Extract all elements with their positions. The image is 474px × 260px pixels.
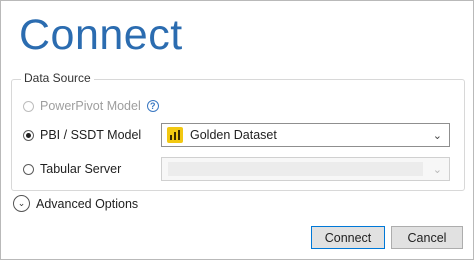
pbi-ssdt-dropdown[interactable]: Golden Dataset ⌄: [161, 123, 450, 147]
pbi-ssdt-label: PBI / SSDT Model: [40, 128, 142, 142]
option-powerpivot-model: PowerPivot Model ?: [23, 99, 159, 113]
powerpivot-label: PowerPivot Model: [40, 99, 141, 113]
cancel-button[interactable]: Cancel: [391, 226, 463, 249]
pbi-ssdt-radio[interactable]: [23, 129, 34, 141]
tabular-server-label: Tabular Server: [40, 162, 122, 176]
connect-dialog: Connect Data Source PowerPivot Model ? P…: [0, 0, 474, 260]
radio-selected-dot: [26, 132, 31, 138]
advanced-options-label: Advanced Options: [36, 196, 139, 211]
dataset-icon: [167, 127, 183, 143]
expand-chevron-icon[interactable]: ⌄: [13, 195, 30, 212]
option-pbi-ssdt-model[interactable]: PBI / SSDT Model: [23, 128, 141, 142]
chevron-down-icon[interactable]: ⌄: [433, 163, 442, 176]
connect-button[interactable]: Connect: [311, 226, 385, 249]
powerpivot-radio: [23, 100, 34, 112]
dialog-title: Connect: [19, 11, 183, 59]
data-source-legend: Data Source: [21, 71, 94, 85]
option-tabular-server[interactable]: Tabular Server: [23, 162, 121, 176]
advanced-options-toggle[interactable]: ⌄ Advanced Options: [13, 195, 138, 212]
help-icon[interactable]: ?: [146, 100, 159, 112]
tabular-server-input-area: [168, 162, 423, 176]
chevron-down-icon[interactable]: ⌄: [433, 129, 442, 142]
pbi-ssdt-dropdown-value: Golden Dataset: [190, 128, 277, 142]
tabular-server-radio[interactable]: [23, 163, 34, 175]
tabular-server-dropdown[interactable]: ⌄: [161, 157, 450, 181]
